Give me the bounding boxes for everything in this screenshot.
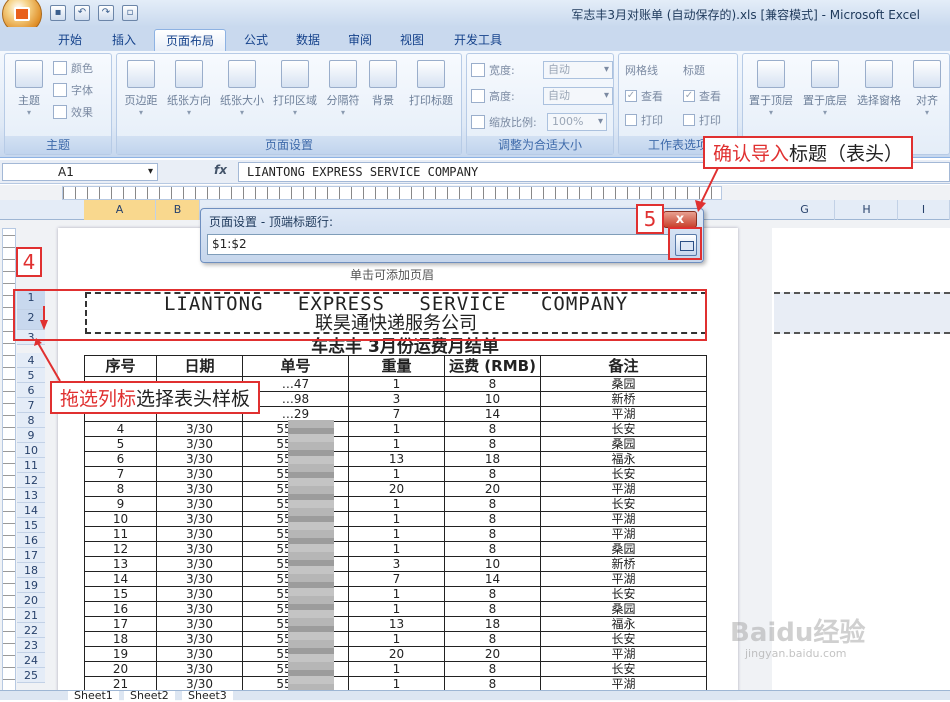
annotation-arrows xyxy=(34,167,719,382)
drag-arrowhead-icon xyxy=(40,320,48,330)
confirm-arrow-icon xyxy=(699,167,719,206)
watermark-brand: Baidu经验 xyxy=(730,618,866,648)
watermark-url: jingyan.baidu.com xyxy=(745,647,847,660)
confirm-arrowhead-icon xyxy=(695,200,706,212)
sheet-tabs-bar: Sheet1 Sheet2 Sheet3 xyxy=(0,690,950,701)
callout-arrow-icon xyxy=(37,342,61,382)
